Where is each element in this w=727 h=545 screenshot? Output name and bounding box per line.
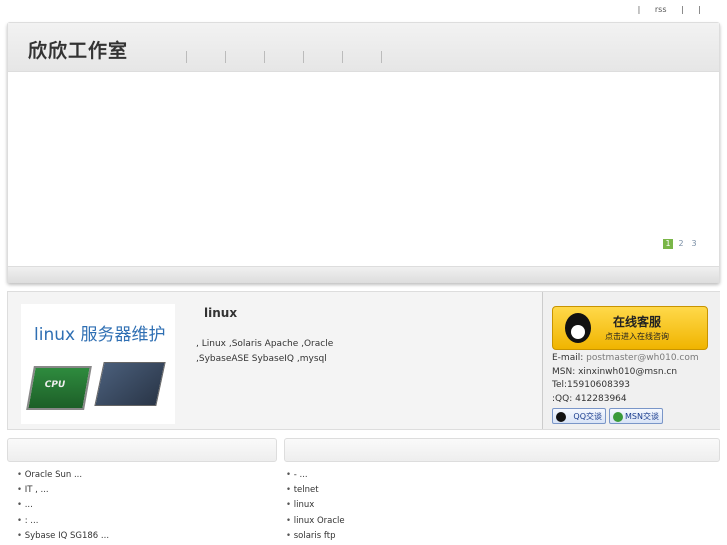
service-subtitle: 点击进入在线咨询 <box>605 332 669 341</box>
pager-page-3[interactable]: 3 <box>689 239 699 249</box>
nav-item[interactable] <box>342 51 343 63</box>
qq-icon <box>556 412 566 422</box>
hero-footer-bar <box>8 266 719 283</box>
qq-chat-label: QQ交谈 <box>573 412 602 421</box>
info-description: , Linux ,Solaris Apache ,Oracle ,SybaseA… <box>196 337 536 367</box>
pager-page-2[interactable]: 2 <box>676 239 686 249</box>
list-item[interactable]: telnet <box>286 483 345 498</box>
list-item[interactable]: IT , ... <box>17 483 109 498</box>
left-article-list: Oracle Sun ... IT , ... ... : ... Sybase… <box>17 468 109 544</box>
contact-info: E-mail: postmaster@wh010.com MSN: xinxin… <box>552 352 699 406</box>
email-label: E-mail: <box>552 353 587 363</box>
site-logo[interactable]: 欣欣工作室 <box>28 36 128 63</box>
info-panel: linux 服务器维护 CPU linux , Linux ,Solaris A… <box>7 291 720 430</box>
msn-row: MSN: xinxinwh010@msn.cn <box>552 366 678 377</box>
right-panel-header <box>284 438 720 462</box>
qq-penguin-icon <box>565 313 591 343</box>
list-item[interactable]: linux Oracle <box>286 514 345 529</box>
right-article-list: - ... telnet linux linux Oracle solaris … <box>286 468 345 544</box>
nav-item[interactable] <box>225 51 226 63</box>
linux-service-image[interactable]: linux 服务器维护 CPU <box>21 304 175 424</box>
qq-chat-button[interactable]: QQ交谈 <box>552 408 606 424</box>
msn-chat-button[interactable]: MSN交谈 <box>609 408 663 424</box>
motherboard-icon <box>94 362 166 406</box>
nav-item[interactable] <box>303 51 304 63</box>
banner-slider <box>8 72 719 264</box>
top-sep: | <box>681 5 684 14</box>
list-item[interactable]: : ... <box>17 514 109 529</box>
image-caption: linux 服务器维护 <box>34 325 166 345</box>
info-title[interactable]: linux <box>204 306 237 320</box>
slider-pager: 1 2 3 <box>663 239 699 249</box>
list-item[interactable]: ... <box>17 498 109 513</box>
hero-panel: 欣欣工作室 1 2 3 <box>7 22 720 283</box>
list-item[interactable]: linux <box>286 498 345 513</box>
email-link[interactable]: postmaster@wh010.com <box>586 353 699 363</box>
nav-item[interactable] <box>186 51 187 63</box>
nav-item[interactable] <box>264 51 265 63</box>
rss-link[interactable]: rss <box>655 5 667 14</box>
tel-row: Tel:15910608393 <box>552 380 631 390</box>
list-item[interactable]: solaris ftp <box>286 529 345 544</box>
nav-item[interactable] <box>381 51 382 63</box>
email-row: E-mail: postmaster@wh010.com <box>552 352 699 366</box>
qq-row: :QQ: 412283964 <box>552 393 627 404</box>
pager-page-1[interactable]: 1 <box>663 239 673 249</box>
left-panel-header <box>7 438 277 462</box>
top-sep: | <box>637 5 641 14</box>
top-links: | rss | | <box>632 5 707 14</box>
service-title: 在线客服 <box>613 315 662 329</box>
online-service-button[interactable]: 在线客服 点击进入在线咨询 <box>552 306 708 350</box>
desc-line: , Linux ,Solaris Apache ,Oracle <box>196 339 334 349</box>
msn-icon <box>613 412 623 422</box>
site-header: 欣欣工作室 <box>8 23 719 72</box>
cpu-chip-icon: CPU <box>26 366 92 410</box>
top-sep: | <box>698 5 701 14</box>
service-sidebar: 在线客服 点击进入在线咨询 E-mail: postmaster@wh010.c… <box>542 292 720 429</box>
list-item[interactable]: - ... <box>286 468 345 483</box>
desc-line: ,SybaseASE SybaseIQ ,mysql <box>196 354 327 364</box>
list-item[interactable]: Oracle Sun ... <box>17 468 109 483</box>
main-nav <box>186 51 420 63</box>
list-item[interactable]: Sybase IQ SG186 ... <box>17 529 109 544</box>
chat-buttons: QQ交谈 MSN交谈 <box>552 408 663 424</box>
msn-chat-label: MSN交谈 <box>625 412 659 421</box>
chip-label: CPU <box>43 380 66 390</box>
